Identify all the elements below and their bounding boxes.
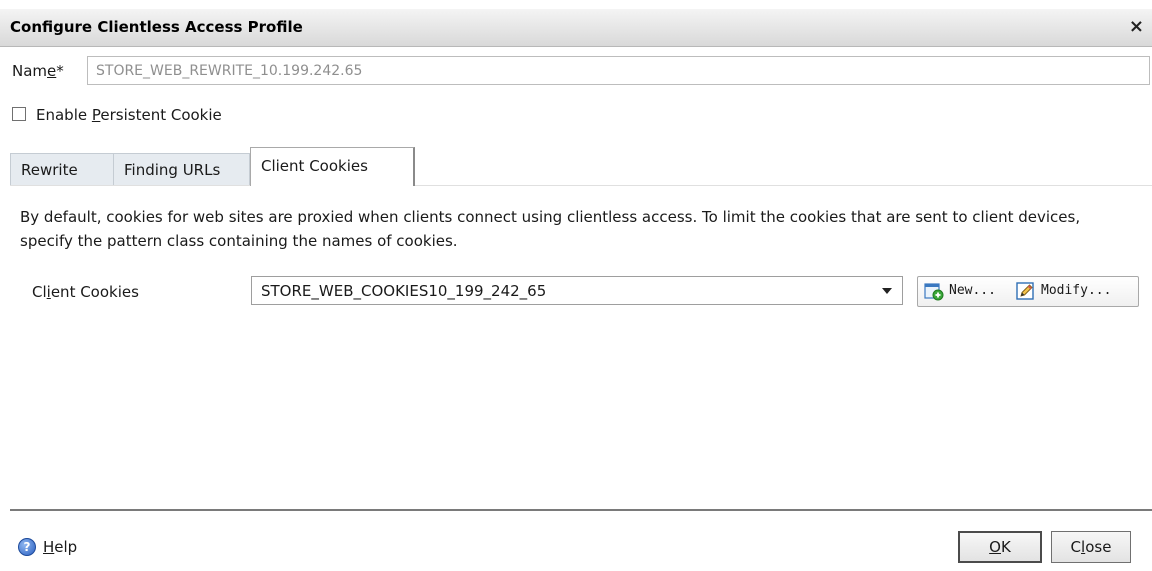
help-question-icon: ?	[18, 538, 36, 556]
tab-finding-urls[interactable]: Finding URLs	[113, 153, 250, 185]
dialog-title: Configure Clientless Access Profile	[10, 18, 303, 36]
client-cookies-label: Client Cookies	[32, 283, 139, 301]
tab-rewrite[interactable]: Rewrite	[10, 153, 114, 185]
modify-button-label: Modify...	[1041, 283, 1112, 298]
tab-divider	[10, 185, 1152, 186]
name-label: Name*	[12, 62, 64, 80]
new-button-label: New...	[949, 283, 996, 298]
client-cookies-description: By default, cookies for web sites are pr…	[20, 208, 1081, 250]
client-cookies-selected-value: STORE_WEB_COOKIES10_199_242_65	[261, 282, 547, 300]
persistent-cookie-checkbox[interactable]	[12, 107, 26, 121]
close-icon[interactable]: ×	[1129, 16, 1144, 37]
chevron-down-icon[interactable]	[882, 288, 892, 294]
persistent-cookie-label[interactable]: Enable Persistent Cookie	[36, 106, 222, 124]
client-cookies-select[interactable]: STORE_WEB_COOKIES10_199_242_65	[251, 276, 903, 305]
client-cookies-actions: New... Modify...	[917, 276, 1139, 307]
close-button[interactable]: Close	[1051, 531, 1131, 563]
name-input[interactable]	[87, 56, 1150, 85]
tab-client-cookies[interactable]: Client Cookies	[250, 147, 415, 186]
edit-pencil-icon	[1016, 282, 1034, 300]
new-document-plus-icon	[924, 283, 944, 301]
dialog-titlebar: Configure Clientless Access Profile ×	[0, 9, 1152, 47]
ok-button[interactable]: OK	[958, 531, 1042, 563]
footer-divider	[10, 509, 1152, 511]
help-label[interactable]: Help	[43, 538, 77, 556]
